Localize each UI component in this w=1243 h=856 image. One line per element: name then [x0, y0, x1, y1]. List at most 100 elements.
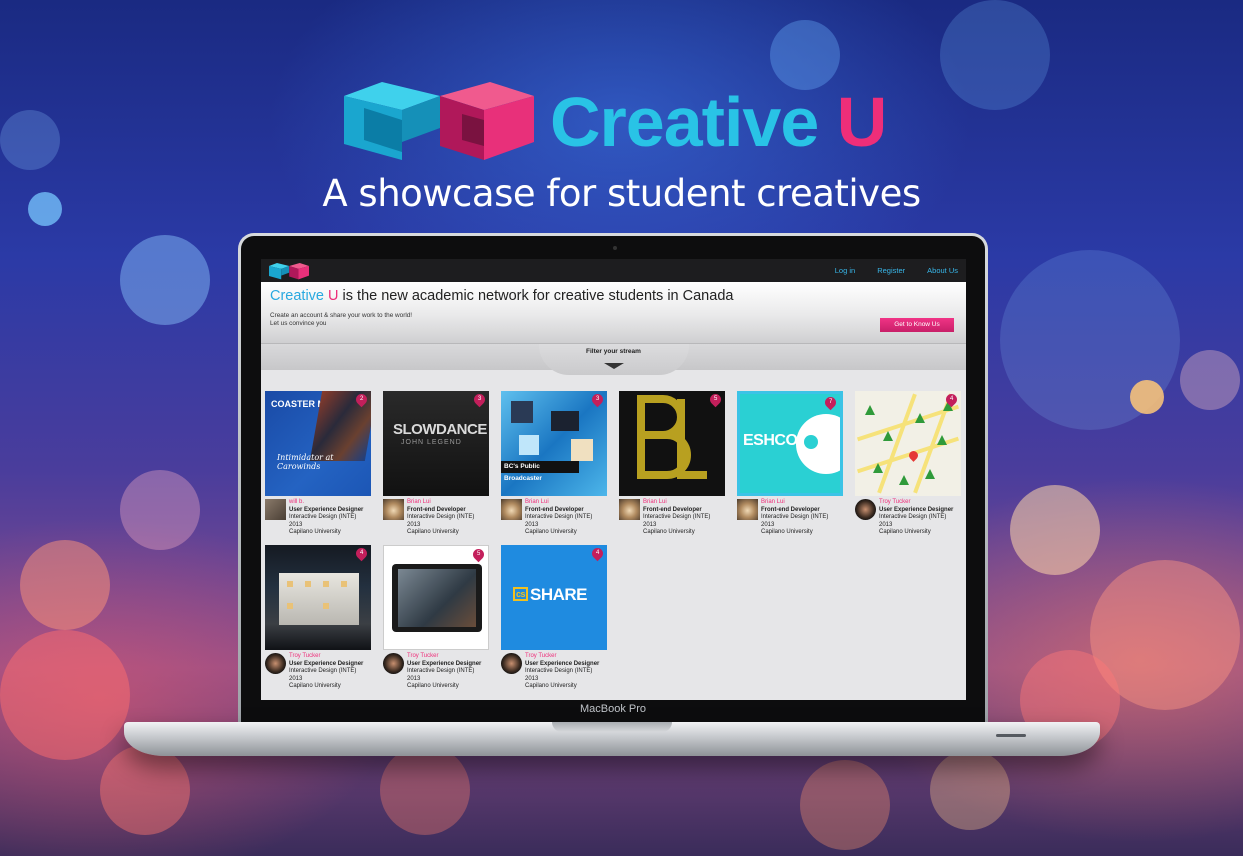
author-program: Interactive Design (INTE) 2013: [407, 668, 475, 682]
creative-u-logo-icon: [344, 82, 534, 160]
banner-subtext: Create an account & share your work to t…: [270, 312, 957, 329]
nav-logo-icon[interactable]: [269, 262, 309, 280]
collage-tile: [511, 401, 533, 423]
like-count-badge: 4: [353, 545, 370, 562]
project-thumbnail[interactable]: COASTER MADNESS Intimidator at Carowinds…: [265, 391, 371, 496]
avatar[interactable]: [619, 499, 640, 520]
circle-graphic: [796, 414, 840, 474]
author-name[interactable]: Brian Lui: [761, 499, 843, 507]
project-thumbnail[interactable]: BC's Public Broadcaster 3: [501, 391, 607, 496]
thumbnail-title: SLOWDANCE: [393, 421, 487, 438]
thumbnail-subtitle: JOHN LEGEND: [401, 439, 462, 446]
bokeh-light: [1180, 350, 1240, 410]
author-name[interactable]: Brian Lui: [407, 499, 489, 507]
tablet-screen-graphic: [398, 569, 476, 627]
author-role: Front-end Developer: [761, 506, 820, 513]
like-count-badge: 3: [471, 391, 488, 408]
map-road: [877, 393, 917, 494]
filter-label: Filter your stream: [586, 348, 641, 355]
nav-links: Log in Register About Us: [835, 266, 958, 275]
author-name[interactable]: Troy Tucker: [525, 653, 607, 661]
author-role: User Experience Designer: [289, 660, 364, 667]
chevron-down-icon: [603, 363, 624, 369]
thumbnail-title: BC's Public Broadcaster: [501, 461, 579, 482]
author-name[interactable]: Brian Lui: [525, 499, 607, 507]
author-name[interactable]: Troy Tucker: [289, 653, 371, 661]
banner-headline: Creative U is the new academic network f…: [270, 288, 957, 304]
window-graphic: [305, 581, 311, 587]
tree-icon: [899, 475, 909, 485]
project-thumbnail[interactable]: 5: [383, 545, 489, 650]
author-role: Front-end Developer: [407, 506, 466, 513]
window-graphic: [341, 581, 347, 587]
author-role: Front-end Developer: [643, 506, 702, 513]
laptop-notch: [552, 722, 672, 732]
project-card[interactable]: ESHCO 7 Brian Lui Front-end Developer In…: [737, 391, 843, 537]
nav-login-link[interactable]: Log in: [835, 266, 855, 275]
filter-stream-toggle[interactable]: Filter your stream: [538, 344, 689, 375]
bokeh-light: [1090, 560, 1240, 710]
avatar[interactable]: [501, 499, 522, 520]
card-meta: Troy Tucker User Experience Designer Int…: [265, 653, 371, 691]
collage-tile: [551, 411, 579, 431]
avatar[interactable]: [737, 499, 758, 520]
tree-icon: [915, 413, 925, 423]
project-card[interactable]: cs SHARE 4 Troy Tucker User Experience De…: [501, 545, 607, 691]
project-card[interactable]: 5 Brian Lui Front-end Developer Interact…: [619, 391, 725, 537]
laptop-base: [124, 722, 1100, 756]
avatar[interactable]: [855, 499, 876, 520]
author-name[interactable]: Brian Lui: [643, 499, 725, 507]
nav-register-link[interactable]: Register: [877, 266, 905, 275]
like-count-badge: 4: [589, 545, 606, 562]
window-graphic: [323, 581, 329, 587]
project-card[interactable]: COASTER MADNESS Intimidator at Carowinds…: [265, 391, 371, 537]
camera-icon: [613, 246, 617, 250]
card-meta: will b. User Experience Designer Interac…: [265, 499, 371, 537]
avatar[interactable]: [501, 653, 522, 674]
window-graphic: [323, 603, 329, 609]
bokeh-light: [1130, 380, 1164, 414]
author-school: Capilano University: [761, 529, 813, 536]
avatar[interactable]: [265, 499, 286, 520]
card-meta: Brian Lui Front-end Developer Interactiv…: [737, 499, 843, 537]
author-name[interactable]: Troy Tucker: [879, 499, 961, 507]
headline-brand-part1: Creative: [270, 288, 329, 304]
bokeh-light: [930, 750, 1010, 830]
project-card[interactable]: 4 Troy Tucker User Experience Designer I…: [855, 391, 961, 537]
author-program: Interactive Design (INTE) 2013: [879, 514, 947, 528]
avatar[interactable]: [383, 499, 404, 520]
author-program: Interactive Design (INTE) 2013: [525, 668, 593, 682]
top-nav: Log in Register About Us: [261, 259, 966, 282]
card-meta: Brian Lui Front-end Developer Interactiv…: [619, 499, 725, 537]
avatar[interactable]: [265, 653, 286, 674]
get-to-know-us-button[interactable]: Get to Know Us: [880, 318, 954, 332]
project-card[interactable]: 5 Troy Tucker User Experience Designer I…: [383, 545, 489, 691]
project-thumbnail[interactable]: SLOWDANCE JOHN LEGEND 3: [383, 391, 489, 496]
project-card[interactable]: BC's Public Broadcaster 3 Brian Lui Fron…: [501, 391, 607, 537]
project-thumbnail[interactable]: 5: [619, 391, 725, 496]
bokeh-light: [800, 760, 890, 850]
nav-about-link[interactable]: About Us: [927, 266, 958, 275]
bokeh-light: [120, 235, 210, 325]
author-school: Capilano University: [407, 683, 459, 690]
bokeh-light: [1010, 485, 1100, 575]
bokeh-light: [100, 745, 190, 835]
project-thumbnail[interactable]: 4: [855, 391, 961, 496]
thumbnail-title: cs SHARE: [513, 585, 588, 605]
headline-brand-part2: U: [328, 288, 339, 304]
author-role: User Experience Designer: [407, 660, 482, 667]
project-thumbnail[interactable]: 4: [265, 545, 371, 650]
bokeh-light: [1000, 250, 1180, 430]
project-thumbnail[interactable]: ESHCO 7: [737, 391, 843, 496]
author-name[interactable]: will b.: [289, 499, 371, 507]
project-thumbnail[interactable]: cs SHARE 4: [501, 545, 607, 650]
avatar[interactable]: [383, 653, 404, 674]
author-name[interactable]: Troy Tucker: [407, 653, 489, 661]
collage-tile: [519, 435, 539, 455]
card-meta: Brian Lui Front-end Developer Interactiv…: [501, 499, 607, 537]
tree-icon: [937, 435, 947, 445]
project-card[interactable]: 4 Troy Tucker User Experience Designer I…: [265, 545, 371, 691]
bokeh-light: [940, 0, 1050, 110]
headline-text: is the new academic network for creative…: [338, 288, 734, 304]
project-card[interactable]: SLOWDANCE JOHN LEGEND 3 Brian Lui Front-…: [383, 391, 489, 537]
